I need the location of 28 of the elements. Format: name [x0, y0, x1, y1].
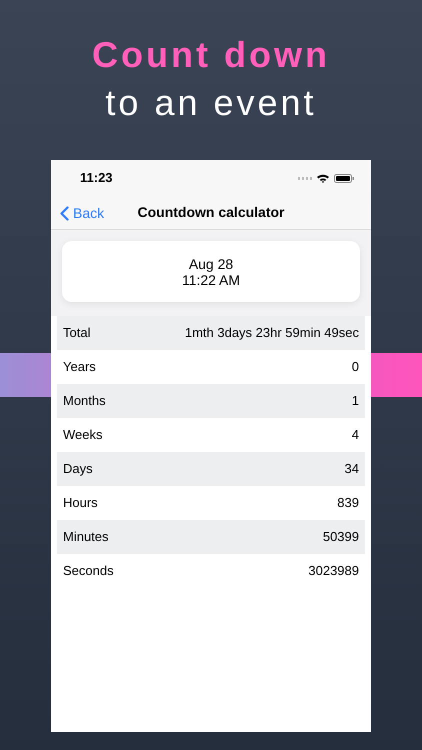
row-label: Weeks — [63, 426, 102, 444]
status-time: 11:23 — [80, 169, 113, 188]
row-value: 0 — [352, 358, 359, 376]
row-value: 34 — [344, 460, 359, 478]
date-text: Aug 28 — [188, 256, 234, 272]
row-value: 50399 — [322, 528, 359, 546]
row-label: Seconds — [63, 562, 114, 580]
chevron-left-icon — [60, 206, 69, 221]
row-label: Years — [63, 358, 96, 376]
row-label: Days — [63, 460, 93, 478]
row-label: Months — [63, 392, 106, 410]
time-text: 11:22 AM — [182, 272, 240, 288]
row-value: 839 — [337, 494, 359, 512]
signal-icon — [298, 176, 312, 180]
headline-accent: Count down — [92, 34, 330, 76]
back-button[interactable]: Back — [60, 203, 104, 224]
wifi-icon — [317, 174, 329, 182]
battery-icon — [334, 174, 354, 182]
row-label: Minutes — [63, 528, 109, 546]
row-value: 3023989 — [308, 562, 359, 580]
date-card[interactable]: Aug 28 11:22 AM — [62, 241, 360, 302]
row-value: 1 — [352, 392, 359, 410]
row-label: Total — [63, 324, 90, 342]
screen-title: Countdown calculator — [138, 203, 284, 222]
row-value: 4 — [352, 426, 359, 444]
row-label: Hours — [63, 494, 98, 512]
row-value: 1mth 3days 23hr 59min 49sec — [184, 324, 359, 342]
headline-text: to an event — [105, 81, 317, 125]
